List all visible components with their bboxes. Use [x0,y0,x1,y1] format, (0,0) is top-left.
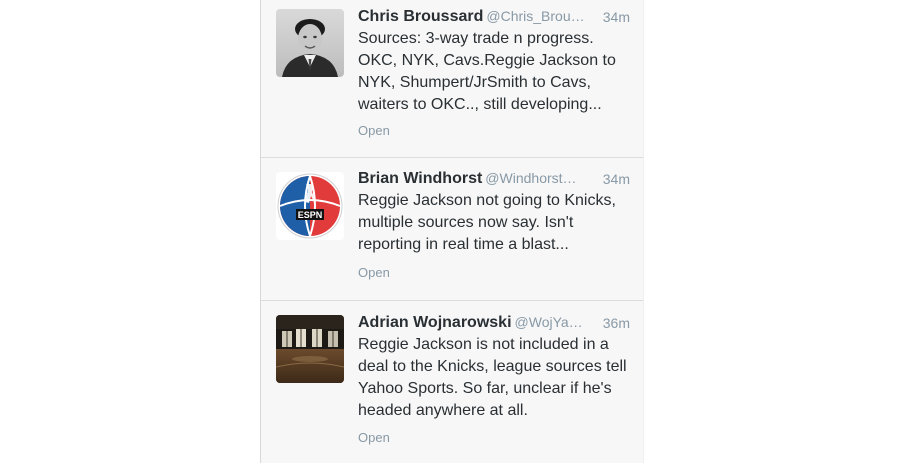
avatar[interactable]: ESPN [276,172,344,240]
tweet-timestamp[interactable]: 36m [603,315,630,331]
author-name[interactable]: Brian Windhorst [358,170,482,188]
avatar[interactable] [276,315,344,383]
gym-photo [276,315,344,383]
tweet-text: Reggie Jackson is not included in a deal… [358,336,627,419]
author-name[interactable]: Adrian Wojnarowski [358,314,512,332]
tweet-text: Reggie Jackson not going to Knicks, mult… [358,192,616,253]
author-handle[interactable]: @Windhorst… [485,170,576,186]
tweet-timestamp[interactable]: 34m [603,171,630,187]
espn-nba-logo: ESPN [276,172,344,240]
tweet-header: Chris Broussard @Chris_Brou… 34m [358,8,630,28]
tweet-item[interactable]: Adrian Wojnarowski @WojYa… 36m Reggie Jac… [261,301,644,463]
headshot-photo [276,9,344,77]
svg-text:ESPN: ESPN [298,210,323,220]
tweet-timestamp[interactable]: 34m [603,9,630,25]
feed-border [643,0,644,463]
open-link[interactable]: Open [358,265,390,280]
tweet-item[interactable]: ESPN Brian Windhorst @Windhorst… 34m Regg… [261,158,644,301]
tweet-header: Adrian Wojnarowski @WojYa… 36m [358,314,630,334]
author-name[interactable]: Chris Broussard [358,8,483,26]
author-handle[interactable]: @Chris_Brou… [486,8,584,24]
tweet-item[interactable]: Chris Broussard @Chris_Brou… 34m Sources:… [261,0,644,158]
tweet-feed: Chris Broussard @Chris_Brou… 34m Sources:… [260,0,644,463]
author-handle[interactable]: @WojYa… [515,314,583,330]
avatar[interactable] [276,9,344,77]
open-link[interactable]: Open [358,123,390,138]
tweet-text: Sources: 3-way trade n progress. OKC, NY… [358,30,616,113]
tweet-header: Brian Windhorst @Windhorst… 34m [358,170,630,190]
open-link[interactable]: Open [358,430,390,445]
